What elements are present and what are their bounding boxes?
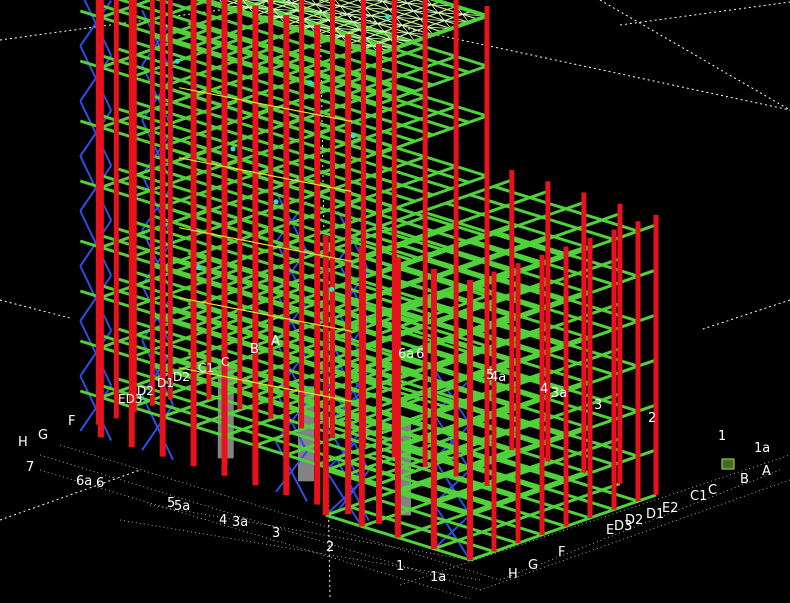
axis-label-E-right: E [606,523,614,538]
steel-column [611,229,617,510]
interior-label-B: B [250,342,259,357]
steel-column [617,203,623,484]
3d-model-viewport[interactable]: F G H 7 6a 6 5 5a 4 3a 3 2 1 1a H G F E … [0,0,790,600]
connection-node [385,14,390,20]
steel-column [430,268,437,549]
steel-column [491,271,497,552]
steel-column [299,0,305,429]
steel-column [252,5,259,486]
axis-label-4-right: 4 [540,382,548,397]
connection-node [230,146,236,152]
axis-label-5-right: 5 [486,368,494,383]
steel-column [581,192,587,473]
steel-column [467,280,473,560]
axis-label-G-right: G [528,558,538,573]
steel-column [330,0,335,438]
brace-member [141,394,174,461]
steel-column [587,238,593,518]
steel-column [190,0,197,467]
axis-label-2: 2 [326,540,334,555]
grid-line [0,299,71,319]
connection-node [196,265,202,271]
steel-column [484,6,490,486]
connection-node [329,286,335,292]
axis-label-H: H [18,435,28,450]
axis-label-7: 7 [26,460,34,475]
steel-column [149,0,155,406]
steel-column [545,181,551,462]
steel-column [206,0,212,400]
grid-line [0,469,141,521]
steel-column [322,235,329,516]
steel-column [113,0,119,419]
axis-label-F-right: F [558,545,565,560]
axis-label-1a-right: 1a [754,441,770,456]
axis-label-3: 3 [272,526,280,541]
steel-column [453,0,459,477]
axis-label-3-right: 3 [594,398,602,413]
interior-label-D1: D1 [157,376,174,390]
steel-column [345,34,352,515]
interior-label-6: 6 [416,347,424,362]
axis-label-4: 4 [219,513,227,528]
grid-line [599,0,790,111]
steel-column [376,43,382,524]
grid-line [699,299,790,331]
axis-label-D2-right: D2 [625,513,643,528]
view-cube-icon[interactable] [721,458,735,470]
steel-column [314,24,321,505]
steel-column [131,0,137,413]
steel-column [515,263,521,544]
steel-column [635,221,641,502]
connection-node [273,199,279,205]
brace-member [79,320,113,387]
steel-column [358,246,365,527]
interior-label-C: C [221,355,229,369]
axis-label-C1-right: C1 [690,489,707,504]
axis-label-F: F [68,414,75,429]
axis-label-6: 6 [96,476,104,491]
steel-column [167,0,173,400]
steel-column [394,257,401,538]
axis-label-B-right: B [740,472,749,487]
structural-frame-3d-view: F G H 7 6a 6 5 5a 4 3a 3 2 1 1a H G F E … [0,0,790,600]
axis-label-6a: 6a [76,474,92,489]
connection-node [350,133,356,139]
interior-label-C1: C1 [198,361,214,375]
steel-column [237,0,243,410]
connection-node [307,80,313,86]
axis-label-3a-right: 3a [551,386,567,401]
axis-label-A-right: A [762,464,771,479]
axis-label-C-right: C [708,483,717,498]
interior-label-D2: D2 [137,384,154,398]
connection-node [174,58,180,64]
axis-label-E2-right: E2 [662,501,679,516]
axis-label-1: 1 [396,559,404,574]
steel-column [283,15,290,495]
brace-member [79,375,113,442]
axis-label-H-right: H [508,567,518,582]
grid-line [619,1,790,26]
interior-label-A: A [271,334,280,349]
steel-column [509,170,515,451]
axis-label-1a: 1a [430,570,446,585]
brace-member [79,100,113,167]
steel-column [221,0,228,476]
steel-column [95,0,101,425]
axis-label-1-right: 1 [718,429,726,444]
axis-label-5a: 5a [174,499,190,514]
axis-label-2-right: 2 [648,411,656,426]
axis-label-3a: 3a [232,515,248,530]
brace-member [79,45,113,112]
steel-column [422,0,428,467]
interior-label-D2b: D2 [173,370,190,384]
steel-column [653,214,659,495]
axis-label-G: G [38,428,48,443]
steel-column [268,0,274,419]
ground-grid-line [39,454,481,591]
interior-label-6a: 6a [398,347,414,362]
